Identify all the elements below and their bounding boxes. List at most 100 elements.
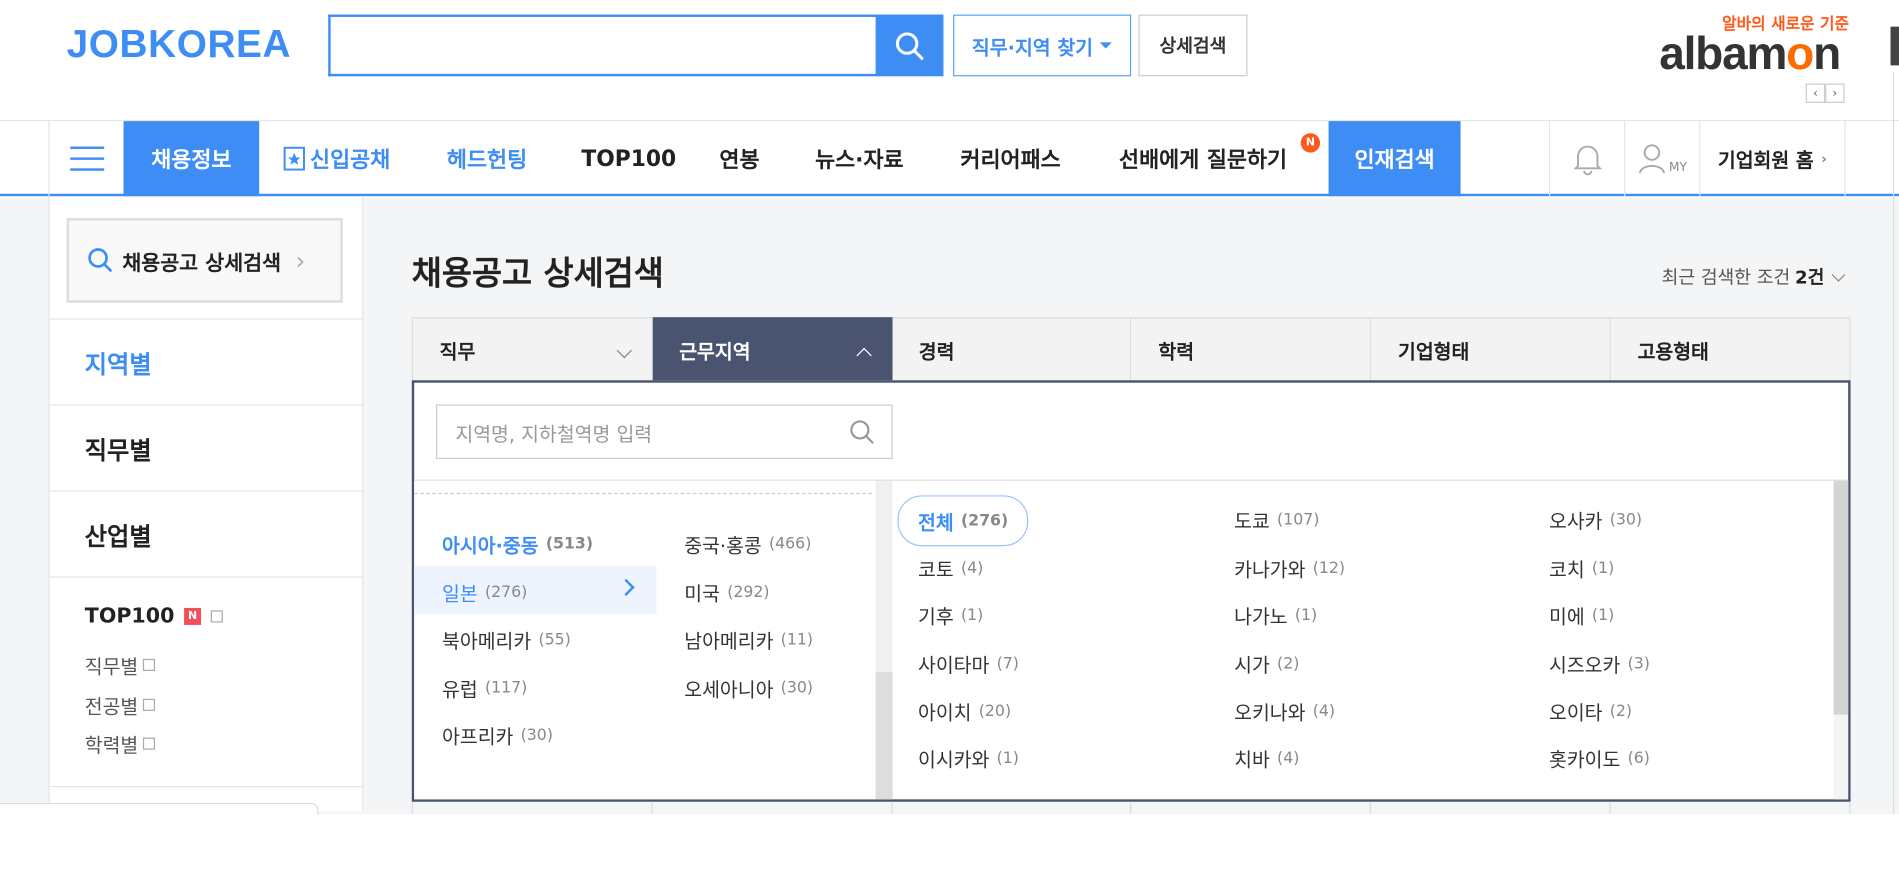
scrollbar[interactable] <box>875 480 893 800</box>
sidebar-item-job[interactable]: 직무별 <box>49 404 363 491</box>
gnb-item-news[interactable]: 뉴스·자료 <box>815 121 904 196</box>
city-item[interactable]: 카나가와 (12) <box>1234 553 1345 582</box>
city-count: (30) <box>1609 510 1643 529</box>
continent-name: 북아메리카 <box>442 629 532 653</box>
tab-dividers <box>411 801 1851 814</box>
gnb-item-new-grad[interactable]: 신입공채 <box>283 121 390 196</box>
city-item[interactable]: 오키나와 (4) <box>1234 696 1335 725</box>
job-region-finder-button[interactable]: 직무·지역 찾기 <box>953 14 1132 77</box>
city-item[interactable]: 아이치 (20) <box>918 696 1011 725</box>
city-item[interactable]: 시가 (2) <box>1234 649 1299 678</box>
notification-button[interactable] <box>1548 121 1624 197</box>
city-count: (7) <box>996 654 1019 673</box>
city-name: 기후 <box>918 605 954 629</box>
sidebar-sub-job[interactable]: 직무별 <box>85 650 156 679</box>
city-item[interactable]: 코토 (4) <box>918 553 983 582</box>
recent-search-toggle[interactable]: 최근 검색한 조건 2건 <box>1662 264 1846 289</box>
scrollbar[interactable] <box>1833 480 1849 800</box>
continent-item[interactable]: 오세아니아 (30) <box>684 673 813 702</box>
tab-career[interactable]: 경력 <box>892 317 1132 382</box>
search-icon <box>88 248 113 273</box>
sidebar-detail-search-button[interactable]: 채용공고 상세검색 › <box>66 217 343 303</box>
search-button[interactable] <box>875 14 944 77</box>
sidebar-top100-link[interactable]: TOP100 N <box>85 604 223 629</box>
continent-count: (513) <box>545 534 594 553</box>
continent-name: 오세아니아 <box>684 678 774 702</box>
new-window-icon <box>210 610 223 623</box>
hamburger-icon <box>69 146 104 171</box>
continent-item[interactable]: 북아메리카 (55) <box>442 625 571 654</box>
tab-label: 경력 <box>918 339 955 363</box>
continent-name: 중국·홍콩 <box>684 534 762 558</box>
city-name: 전체 <box>918 511 954 535</box>
continent-name: 아프리카 <box>442 725 514 749</box>
gnb-item-recruit[interactable]: 채용정보 <box>123 121 260 197</box>
tab-employment-type[interactable]: 고용형태 <box>1610 317 1851 382</box>
city-name: 시즈오카 <box>1548 653 1621 678</box>
scrollbar-thumb[interactable] <box>1890 26 1899 66</box>
city-item[interactable]: 사이타마 (7) <box>918 649 1019 678</box>
chevron-left-icon[interactable]: ‹ <box>1805 83 1826 103</box>
search-input[interactable] <box>328 14 877 77</box>
sidebar-sub-education[interactable]: 학력별 <box>85 729 156 758</box>
new-badge: N <box>184 607 202 625</box>
continent-item[interactable]: 유럽 (117) <box>442 673 527 702</box>
city-item[interactable]: 이시카와 (1) <box>918 744 1019 773</box>
city-item[interactable]: 홋카이도 (6) <box>1549 744 1650 773</box>
continent-item[interactable]: 남아메리카 (11) <box>684 625 813 654</box>
corp-home-link[interactable]: 기업회원 홈 › <box>1699 121 1846 197</box>
gnb-item-talent-search[interactable]: 인재검색 <box>1328 121 1461 197</box>
region-search-input[interactable]: 지역명, 지하철역명 입력 <box>435 404 893 460</box>
city-name: 도쿄 <box>1234 509 1270 533</box>
tab-job[interactable]: 직무 <box>411 317 653 382</box>
search-icon[interactable] <box>848 418 877 447</box>
city-list: 전체 (276) 도쿄 (107) 오사카 (30) 코토 (4) 카나가와 (12) 코… <box>893 481 1834 800</box>
continent-item[interactable]: 아프리카 (30) <box>442 721 553 750</box>
sidebar-item-region[interactable]: 지역별 <box>49 318 363 405</box>
scrollbar-thumb[interactable] <box>875 672 893 800</box>
page-title: 채용공고 상세검색 <box>411 255 664 294</box>
jobkorea-logo[interactable]: JOBKOREA <box>67 22 291 67</box>
sidebar-sub-major[interactable]: 전공별 <box>84 690 156 719</box>
continent-count: (117) <box>484 678 528 697</box>
menu-button[interactable] <box>48 121 123 197</box>
tab-education[interactable]: 학력 <box>1131 317 1372 382</box>
tab-company-type[interactable]: 기업형태 <box>1371 317 1611 382</box>
continent-name: 유럽 <box>442 678 478 702</box>
city-count: (12) <box>1312 558 1346 578</box>
page-edge <box>1892 72 1895 814</box>
gnb-item-salary[interactable]: 연봉 <box>719 121 759 196</box>
gnb-item-top100[interactable]: TOP100 <box>581 121 676 196</box>
detail-search-button[interactable]: 상세검색 <box>1138 14 1248 77</box>
continent-item[interactable]: 일본 (276) <box>442 578 527 607</box>
albamon-logo[interactable]: albamon <box>1659 29 1841 81</box>
city-item[interactable]: 기후 (1) <box>918 601 983 630</box>
continent-item[interactable]: 중국·홍콩 (466) <box>684 529 811 558</box>
gnb-item-ask-senior[interactable]: 선배에게 질문하기 <box>1119 121 1287 196</box>
continent-count: (466) <box>769 534 812 553</box>
sidebar-item-industry[interactable]: 산업별 <box>49 490 363 576</box>
my-page-button[interactable]: MY <box>1624 121 1699 197</box>
city-item[interactable]: 치바 (4) <box>1234 744 1299 773</box>
city-item[interactable]: 코치 (1) <box>1549 553 1614 582</box>
city-item[interactable]: 오이타 (2) <box>1549 696 1632 725</box>
city-item[interactable]: 나가노 (1) <box>1234 601 1317 630</box>
city-item[interactable]: 미에 (1) <box>1549 601 1614 630</box>
tab-work-region[interactable]: 근무지역 <box>652 317 893 382</box>
city-item[interactable]: 시즈오카 (3) <box>1549 649 1650 678</box>
gnb-item-headhunting[interactable]: 헤드헌팅 <box>447 121 527 196</box>
city-count: (1) <box>996 749 1019 768</box>
gnb-item-career-path[interactable]: 커리어패스 <box>960 121 1060 196</box>
new-window-icon <box>143 658 156 671</box>
chevron-right-icon[interactable]: › <box>1825 83 1845 103</box>
region-placeholder: 지역명, 지하철역명 입력 <box>455 422 653 446</box>
chevron-right-icon <box>617 578 635 596</box>
continent-item[interactable]: 미국 (292) <box>684 578 769 607</box>
city-item[interactable]: 오사카 (30) <box>1549 505 1642 534</box>
continent-item[interactable]: 아시아·중동 (513) <box>442 529 593 558</box>
city-item-all[interactable]: 전체 (276) <box>897 495 1029 547</box>
city-item[interactable]: 도쿄 (107) <box>1234 505 1319 534</box>
scrollbar-thumb[interactable] <box>1833 480 1849 715</box>
continent-name: 일본 <box>442 582 478 606</box>
sub-label: 전공별 <box>84 695 139 719</box>
